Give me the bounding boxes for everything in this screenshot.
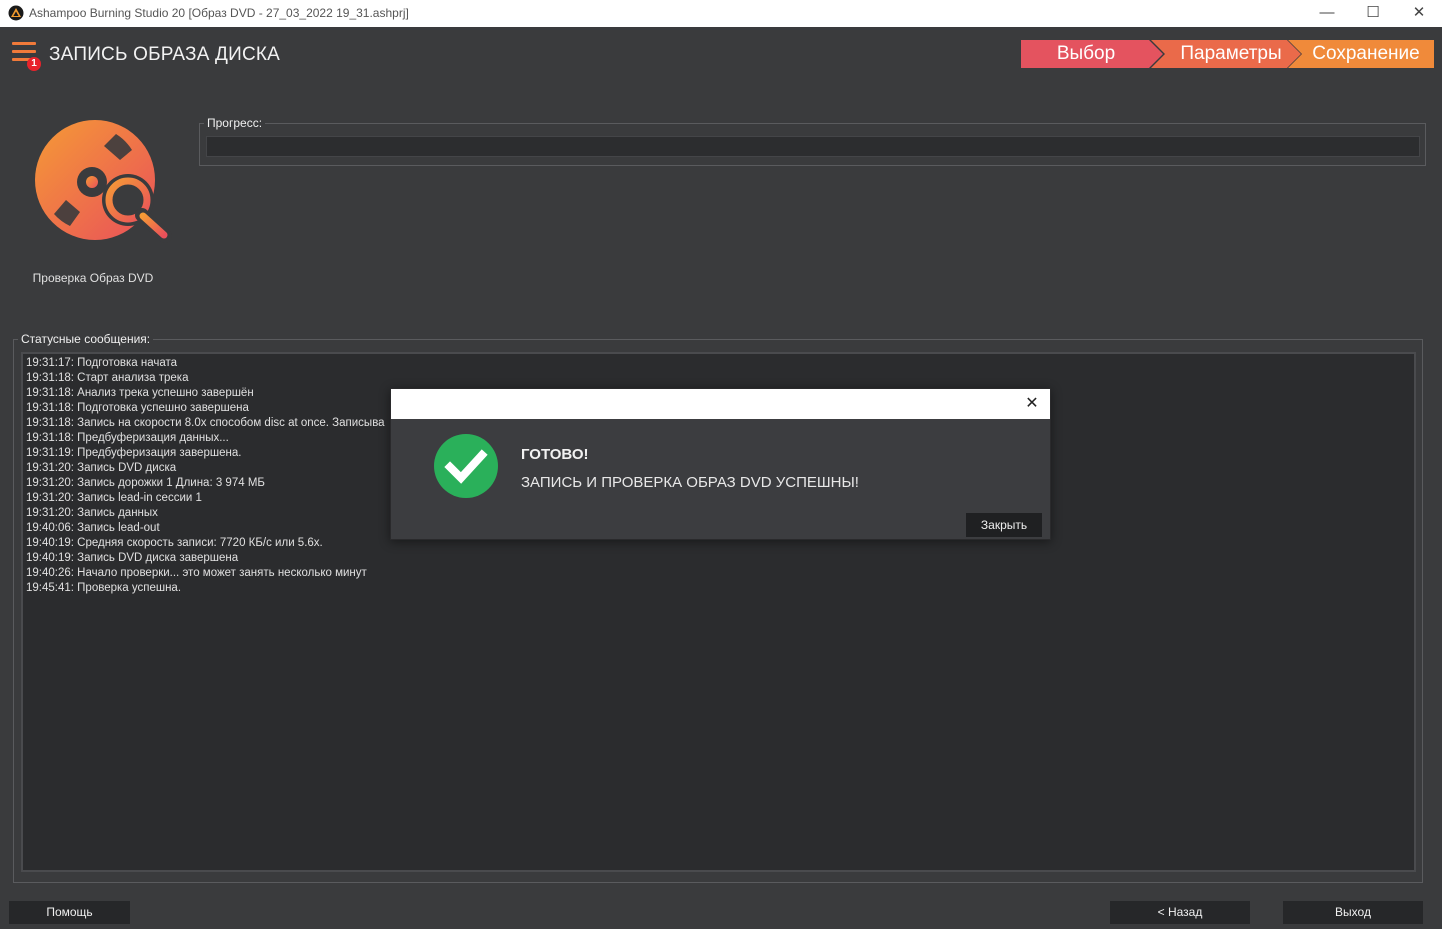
help-button[interactable]: Помощь [9,901,130,924]
status-label: Статусные сообщения: [18,332,154,346]
log-line: 19:31:20: Запись lead-in сессии 1 [26,492,202,504]
status-log-list: 19:31:17: Подготовка начата 19:31:18: Ста… [26,356,385,596]
step-parameters[interactable]: Параметры [1151,40,1301,68]
log-line: 19:31:17: Подготовка начата [26,357,178,369]
log-line: 19:31:19: Предбуферизация завершена. [26,447,242,459]
dialog-title-bar: ✕ [391,389,1050,419]
dialog-close-text-button[interactable]: Закрыть [966,513,1042,537]
log-line: 19:40:19: Средняя скорость записи: 7720 … [26,537,323,549]
step-save[interactable]: Сохранение [1288,40,1434,68]
log-line: 19:31:20: Запись данных [26,507,158,519]
check-circle-icon [434,434,498,498]
log-line: 19:40:26: Начало проверки... это может з… [26,567,367,579]
window-title: Ashampoo Burning Studio 20 [Образ DVD - … [29,6,409,20]
log-line: 19:45:41: Проверка успешна. [26,582,182,594]
log-line: 19:31:18: Старт анализа трека [26,372,189,384]
log-line: 19:40:19: Запись DVD диска завершена [26,552,239,564]
wizard-steps: Выбор Параметры Сохранение [1021,40,1434,68]
task-caption: Проверка Образ DVD [32,271,154,285]
exit-button[interactable]: Выход [1283,901,1423,924]
dialog-title: ГОТОВО! [521,446,589,463]
notification-badge: 1 [27,57,41,71]
disc-magnifier-icon [35,120,172,243]
maximize-button[interactable]: ☐ [1350,0,1396,27]
dialog-close-button[interactable]: ✕ [1020,392,1044,416]
progress-bar [206,136,1420,157]
step-select[interactable]: Выбор [1021,40,1163,68]
close-window-button[interactable]: ✕ [1396,0,1442,27]
page-title: ЗАПИСЬ ОБРАЗА ДИСКА [49,44,281,65]
log-line: 19:31:20: Запись дорожки 1 Длина: 3 974 … [26,477,265,489]
log-line: 19:31:20: Запись DVD диска [26,462,177,474]
log-line: 19:31:18: Подготовка успешно завершена [26,402,249,414]
progress-label: Прогресс: [204,116,266,130]
dialog-message: ЗАПИСЬ И ПРОВЕРКА ОБРАЗ DVD УСПЕШНЫ! [521,474,859,491]
log-line: 19:40:06: Запись lead-out [26,522,160,534]
window-title-bar: Ashampoo Burning Studio 20 [Образ DVD - … [0,0,1442,27]
log-line: 19:31:18: Предбуферизация данных... [26,432,229,444]
log-line: 19:31:18: Запись на скорости 8.0x способ… [26,417,385,429]
ashampoo-logo-icon [8,5,24,21]
minimize-button[interactable]: — [1304,0,1350,27]
main-menu-button[interactable]: 1 [12,42,41,71]
back-button[interactable]: < Назад [1110,901,1250,924]
log-line: 19:31:18: Анализ трека успешно завершён [26,387,254,399]
success-dialog: ✕ ГОТОВО! ЗАПИСЬ И ПРОВЕРКА ОБРАЗ DVD УС… [390,388,1051,540]
